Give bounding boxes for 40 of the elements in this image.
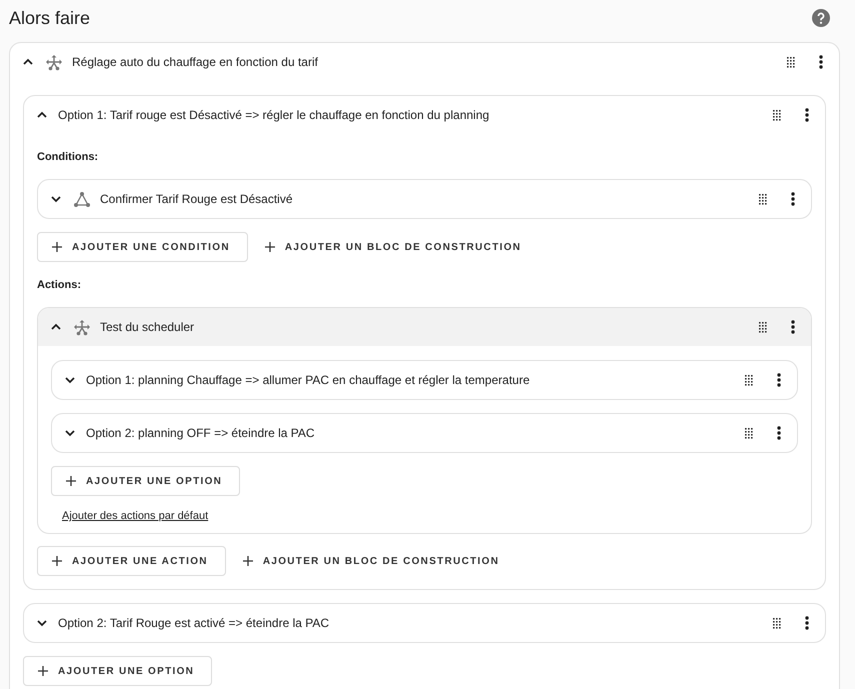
menu-icon[interactable]	[805, 108, 809, 122]
block-title: Option 1: planning Chauffage => allumer PAC en chauffage et régler la temperature	[86, 373, 531, 387]
add-button[interactable]: AJOUTER UN BLOC DE CONSTRUCTION	[250, 232, 540, 262]
plus-icon	[264, 242, 275, 252]
menu-icon[interactable]	[819, 55, 823, 69]
menu-icon[interactable]	[777, 426, 781, 440]
card-header[interactable]: Réglage auto du chauffage en fonction du tarif	[10, 43, 839, 81]
menu-icon[interactable]	[777, 373, 781, 387]
plus-icon	[38, 666, 48, 676]
drag-handle-icon[interactable]	[772, 617, 783, 629]
add-button[interactable]: AJOUTER UNE CONDITION	[37, 232, 248, 262]
menu-icon[interactable]	[791, 192, 795, 206]
add-button[interactable]: AJOUTER UNE ACTION	[37, 546, 226, 576]
plus-icon	[52, 556, 62, 566]
drag-handle-icon[interactable]	[744, 427, 755, 439]
drag-handle-icon[interactable]	[758, 321, 769, 333]
actions-label: Actions:	[37, 279, 82, 291]
block-title: Test du scheduler	[100, 320, 196, 334]
menu-icon[interactable]	[791, 320, 795, 334]
default-actions-link[interactable]: Ajouter des actions par défaut	[62, 510, 208, 522]
help-icon[interactable]	[812, 9, 830, 27]
add-button[interactable]: AJOUTER UNE OPTION	[23, 656, 212, 686]
menu-icon[interactable]	[805, 616, 809, 630]
card-header[interactable]: Test du scheduler	[38, 308, 811, 346]
drag-handle-icon[interactable]	[758, 193, 769, 205]
block-title: Option 1: Tarif rouge est Désactivé => régler le chauffage en fonction du planning	[58, 108, 490, 122]
plus-icon	[66, 476, 76, 486]
block-title: Option 2: Tarif Rouge est activé => éteindre la PAC	[58, 616, 330, 630]
add-button[interactable]: AJOUTER UN BLOC DE CONSTRUCTION	[228, 546, 518, 576]
drag-handle-icon[interactable]	[744, 374, 755, 386]
block-title: Option 2: planning OFF => éteindre la PAC	[86, 426, 316, 440]
add-button[interactable]: AJOUTER UNE OPTION	[51, 466, 240, 496]
block-title: Confirmer Tarif Rouge est Désactivé	[100, 192, 294, 206]
drag-handle-icon[interactable]	[786, 56, 797, 68]
plus-icon	[242, 556, 253, 566]
drag-handle-icon[interactable]	[772, 109, 783, 121]
block-title: Réglage auto du chauffage en fonction du tarif	[72, 55, 319, 69]
plus-icon	[52, 242, 62, 252]
conditions-label: Conditions:	[37, 151, 100, 163]
section-title: Alors faire	[9, 8, 90, 28]
